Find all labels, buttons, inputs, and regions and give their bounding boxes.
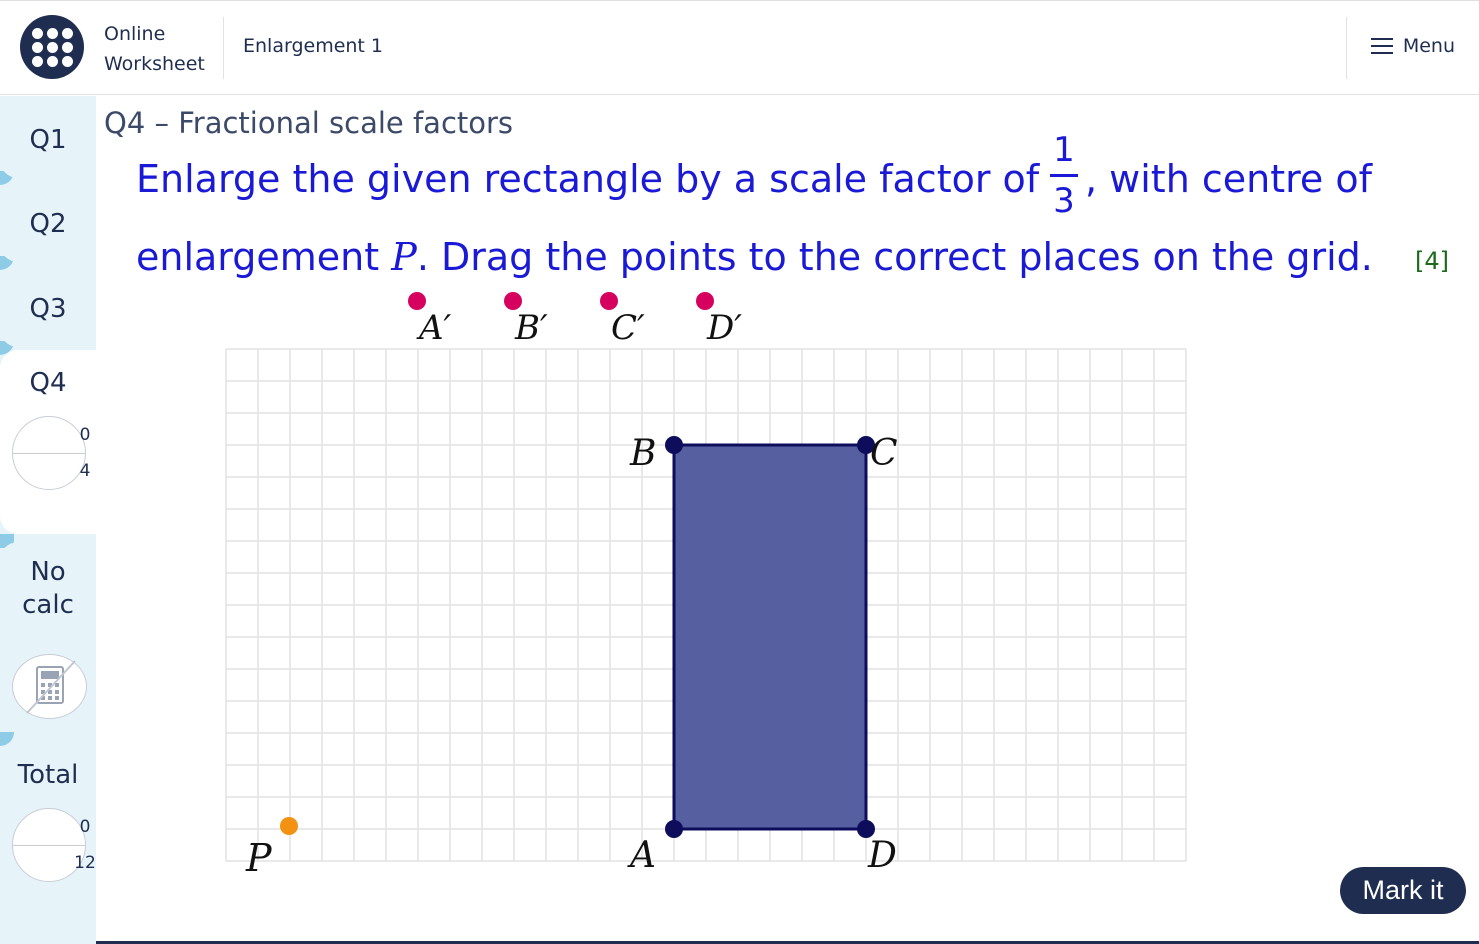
tab-q2[interactable]: Q2	[0, 186, 96, 262]
worksheet-title: Enlargement 1	[243, 35, 384, 57]
tab-q4-label: Q4	[29, 368, 67, 398]
brand-line-2: Worksheet	[104, 53, 205, 75]
vertex-c	[857, 436, 875, 454]
question-text-2a: enlargement	[136, 235, 392, 279]
menu-label: Menu	[1402, 35, 1455, 57]
header-divider	[223, 17, 224, 79]
calc-label: No calc	[0, 556, 96, 622]
total-label: Total	[17, 760, 79, 790]
tab-q4[interactable]: Q4 0 4	[0, 350, 96, 534]
draggable-label-d-prime: D′	[706, 308, 742, 348]
draggable-point-a-prime[interactable]	[408, 292, 426, 310]
draggable-point-c-prime[interactable]	[600, 292, 618, 310]
question-text-2b: . Drag the points to the correct places …	[416, 235, 1373, 279]
header: Online Worksheet Enlargement 1 Menu	[0, 0, 1479, 95]
question-line-1-end: , with centre of	[1085, 157, 1372, 201]
calc-line-2: calc	[22, 590, 74, 620]
vertex-label-a: A	[627, 835, 656, 876]
tab-q1[interactable]: Q1	[0, 102, 96, 178]
mark-it-button[interactable]: Mark it	[1340, 867, 1466, 914]
vertex-a	[665, 820, 683, 838]
total-score-max: 12	[74, 853, 96, 873]
given-rectangle	[672, 443, 868, 831]
scale-factor-fraction: 1 3	[1050, 130, 1078, 221]
q4-score-max: 4	[79, 461, 91, 481]
question-sidebar: Q1 Q2 Q3 Q4 0 4 No calc Total 0 12	[0, 96, 96, 944]
q4-score: 0 4	[12, 416, 90, 490]
tab-q1-label: Q1	[29, 125, 67, 155]
brand-line-1: Online	[104, 23, 166, 45]
draggable-point-b-prime[interactable]	[504, 292, 522, 310]
vertex-label-d: D	[867, 835, 897, 876]
vertex-label-c: C	[870, 433, 898, 474]
grid	[225, 348, 1187, 862]
total-score-circle: 0 12	[12, 808, 96, 882]
hamburger-icon	[1370, 38, 1393, 54]
header-divider	[1346, 17, 1347, 79]
centre-label-p: P	[245, 836, 273, 880]
brand-name: Online Worksheet	[104, 19, 205, 79]
enlargement-board: A B C D P A′ B′ C′ D′	[225, 292, 1187, 880]
tab-q3[interactable]: Q3	[0, 271, 96, 347]
question-heading: Q4 – Fractional scale factors	[104, 106, 514, 140]
draggable-point-d-prime[interactable]	[696, 292, 714, 310]
draggable-label-b-prime: B′	[514, 308, 548, 348]
no-calculator-icon	[12, 654, 87, 719]
menu-button[interactable]: Menu	[1370, 35, 1455, 57]
q4-score-value: 0	[79, 425, 91, 445]
draggable-label-c-prime: C′	[611, 308, 645, 348]
draggable-label-a-prime: A′	[416, 308, 452, 348]
question-text-1a: Enlarge the given rectangle by a scale f…	[136, 157, 1040, 201]
vertex-d	[857, 820, 875, 838]
vertex-b	[665, 436, 683, 454]
fraction-denominator: 3	[1053, 181, 1075, 221]
centre-point-p	[280, 817, 298, 835]
vertex-label-b: B	[629, 433, 656, 474]
tab-q3-label: Q3	[29, 294, 67, 324]
calc-line-1: No	[30, 557, 66, 587]
draggable-points[interactable]: A′ B′ C′ D′	[408, 292, 742, 348]
rectangle-vertices: A B C D P	[245, 433, 898, 880]
centre-variable: P	[391, 235, 417, 279]
tab-q2-label: Q2	[29, 209, 67, 239]
total-score: Total 0 12	[0, 742, 96, 944]
question-line-1: Enlarge the given rectangle by a scale f…	[136, 157, 1039, 201]
question-marks: [4]	[1415, 247, 1449, 275]
logo-icon[interactable]	[20, 15, 84, 79]
calculator-info: No calc	[0, 542, 96, 732]
total-score-value: 0	[79, 817, 91, 837]
question-line-2: enlargement P. Drag the points to the co…	[136, 235, 1373, 279]
fraction-numerator: 1	[1053, 130, 1075, 170]
